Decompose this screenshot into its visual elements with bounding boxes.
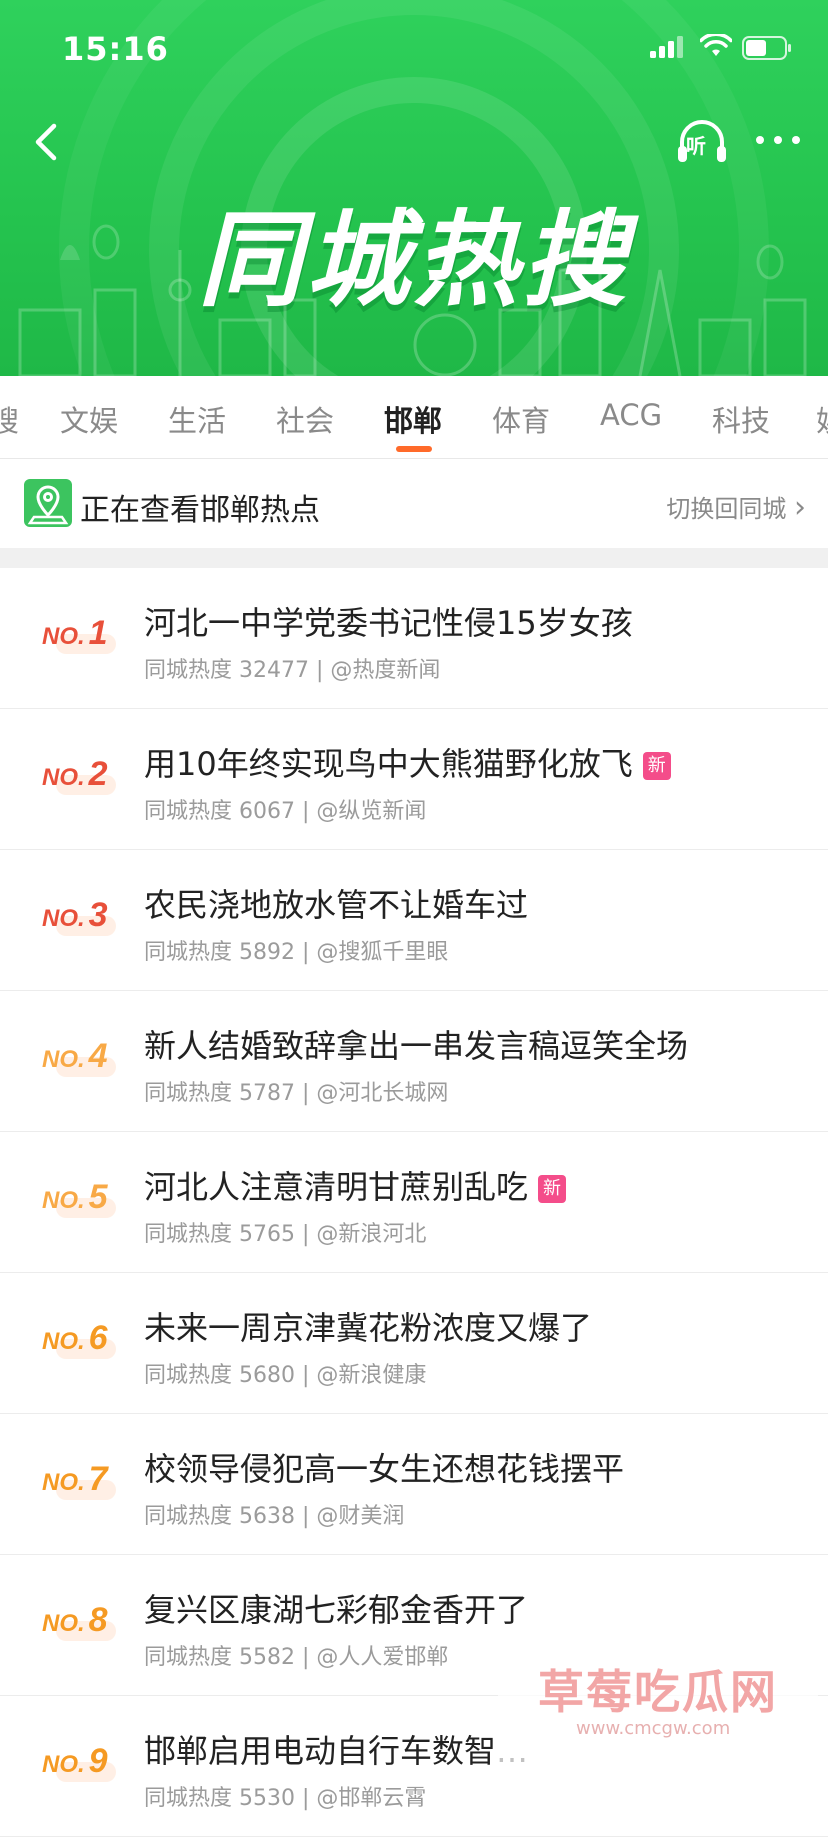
back-button[interactable] [18,112,78,172]
item-title: 未来一周京津冀花粉浓度又爆了 [144,1309,593,1347]
rank-prefix: NO. [42,1187,85,1214]
item-title: 邯郸启用电动自行车数智… [144,1732,529,1770]
rank-label: NO. 2 [42,755,120,801]
tab-sports[interactable]: 体育 [492,398,550,440]
map-location-icon [24,479,72,527]
wifi-icon [700,34,732,56]
status-time: 15:16 [62,30,169,68]
item-meta: 同城热度 5530 | @邯郸云霄 [144,1786,427,1811]
tab-entertainment[interactable]: 文娱 [60,398,118,440]
list-item[interactable]: NO. 5 河北人注意清明甘蔗别乱吃新 同城热度 5765 | @新浪河北 [0,1132,828,1273]
more-options-button[interactable] [748,118,808,168]
city-skyline-illustration [18,250,807,376]
rank-number: 1 [88,614,108,652]
tab-society[interactable]: 社会 [276,398,334,440]
listen-button[interactable]: 听 [672,112,732,172]
item-meta: 同城热度 32477 | @热度新闻 [144,658,441,683]
switch-back-link[interactable]: 切换回同城 › [666,489,806,525]
list-item[interactable]: NO. 2 用10年终实现鸟中大熊猫野化放飞新 同城热度 6067 | @纵览新闻 [0,709,828,850]
watermark-text: 草莓吃瓜网 [538,1665,778,1719]
list-item[interactable]: NO. 1 河北一中学党委书记性侵15岁女孩 同城热度 32477 | @热度新闻 [0,568,828,709]
item-title: 新人结婚致辞拿出一串发言稿逗笑全场 [144,1027,689,1065]
list-item[interactable]: NO. 7 校领导侵犯高一女生还想花钱摆平 同城热度 5638 | @财美润 [0,1414,828,1555]
hot-search-header: 15:16 听 同城热搜 [0,0,828,376]
more-dots-icon [756,136,800,144]
section-divider [0,548,828,568]
item-title: 河北人注意清明甘蔗别乱吃新 [144,1162,567,1208]
item-title-text: 用10年终实现鸟中大熊猫野化放飞 [144,745,633,783]
item-title: 农民浇地放水管不让婚车过 [144,886,529,924]
rank-number: 8 [88,1601,108,1639]
rank-label: NO. 3 [42,896,120,942]
battery-icon [742,36,791,60]
rank-prefix: NO. [42,623,85,650]
rank-label: NO. 6 [42,1319,120,1365]
chevron-right-icon: › [794,490,806,525]
cellular-signal-icon [650,36,683,58]
rank-number: 6 [88,1319,108,1357]
rank-label: NO. 4 [42,1037,120,1083]
list-item[interactable]: NO. 6 未来一周京津冀花粉浓度又爆了 同城热度 5680 | @新浪健康 [0,1273,828,1414]
rank-label: NO. 1 [42,614,120,660]
tab-handan[interactable]: 邯郸 [384,398,442,440]
rank-number: 3 [88,896,108,934]
rank-prefix: NO. [42,1046,85,1073]
rank-number: 4 [88,1037,108,1075]
item-title-text: 河北人注意清明甘蔗别乱吃 [144,1168,529,1206]
rank-label: NO. 5 [42,1178,120,1224]
tab-tech[interactable]: 科技 [712,398,770,440]
item-meta: 同城热度 5582 | @人人爱邯郸 [144,1645,449,1670]
tab-acg[interactable]: ACG [600,398,662,432]
watermark-url: www.cmcgw.com [576,1718,731,1739]
rank-number: 5 [88,1178,108,1216]
rank-prefix: NO. [42,764,85,791]
hot-list: NO. 1 河北一中学党委书记性侵15岁女孩 同城热度 32477 | @热度新闻… [0,568,828,1837]
rank-prefix: NO. [42,905,85,932]
rank-label: NO. 9 [42,1742,120,1788]
tab-partial-left[interactable]: 搜 [0,398,19,440]
item-title: 校领导侵犯高一女生还想花钱摆平 [144,1450,625,1488]
rank-label: NO. 7 [42,1460,120,1506]
status-bar: 15:16 [0,0,828,100]
active-tab-indicator [396,446,432,452]
switch-back-label: 切换回同城 [666,495,787,523]
new-badge: 新 [538,1175,567,1203]
item-title: 河北一中学党委书记性侵15岁女孩 [144,604,633,642]
item-meta: 同城热度 5680 | @新浪健康 [144,1363,427,1388]
item-meta: 同城热度 6067 | @纵览新闻 [144,799,427,824]
category-tabs: 搜 文娱 生活 社会 邯郸 体育 ACG 科技 娱 [0,376,828,459]
rank-number: 2 [88,755,108,793]
chevron-left-icon [35,123,57,161]
rank-prefix: NO. [42,1610,85,1637]
item-title: 用10年终实现鸟中大熊猫野化放飞新 [144,739,671,785]
rank-prefix: NO. [42,1751,85,1778]
item-title: 复兴区康湖七彩郁金香开了 [144,1591,529,1629]
rank-prefix: NO. [42,1469,85,1496]
rank-label: NO. 8 [42,1601,120,1647]
item-meta: 同城热度 5765 | @新浪河北 [144,1222,427,1247]
item-meta: 同城热度 5638 | @财美润 [144,1504,405,1529]
tab-partial-right[interactable]: 娱 [816,398,828,440]
location-text: 正在查看邯郸热点 [80,493,320,528]
rank-prefix: NO. [42,1328,85,1355]
list-item[interactable]: NO. 3 农民浇地放水管不让婚车过 同城热度 5892 | @搜狐千里眼 [0,850,828,991]
list-item[interactable]: NO. 4 新人结婚致辞拿出一串发言稿逗笑全场 同城热度 5787 | @河北长城… [0,991,828,1132]
listen-label: 听 [686,134,706,158]
new-badge: 新 [642,752,671,780]
item-meta: 同城热度 5787 | @河北长城网 [144,1081,449,1106]
location-bar: 正在查看邯郸热点 切换回同城 › [0,459,828,548]
rank-number: 9 [88,1742,108,1780]
site-watermark: 草莓吃瓜网 www.cmcgw.com [498,1648,818,1788]
item-meta: 同城热度 5892 | @搜狐千里眼 [144,940,449,965]
rank-number: 7 [88,1460,108,1498]
tab-life[interactable]: 生活 [168,398,226,440]
